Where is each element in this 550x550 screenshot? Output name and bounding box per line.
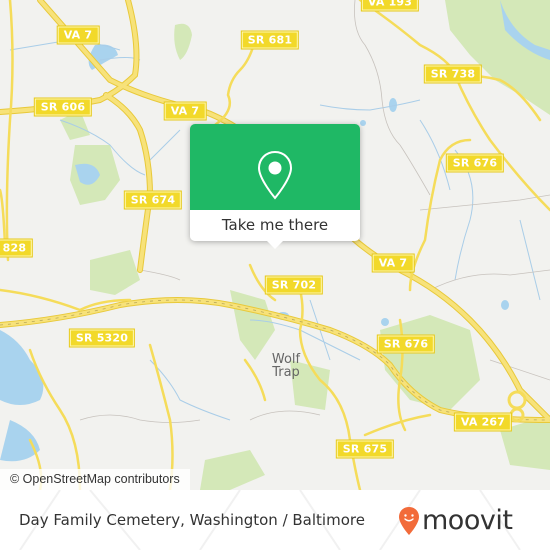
- place-label-wolf-trap: Wolf Trap: [271, 352, 301, 380]
- road-label-va7: VA 7: [164, 102, 206, 120]
- take-me-there-button[interactable]: Take me there: [190, 210, 360, 241]
- moovit-logo[interactable]: moovit: [398, 504, 513, 538]
- moovit-pin-icon: [399, 507, 419, 535]
- road-label-sr675: SR 675: [336, 440, 394, 458]
- road-label-va267: VA 267: [454, 413, 512, 431]
- road-label-sr676: SR 676: [446, 154, 504, 172]
- map-attribution[interactable]: © OpenStreetMap contributors: [0, 469, 190, 490]
- location-title: Day Family Cemetery, Washington / Baltim…: [19, 511, 365, 529]
- road-label-sr606: SR 606: [34, 98, 92, 116]
- directions-popup[interactable]: Take me there: [190, 124, 360, 249]
- road-label-va193: VA 193: [361, 0, 419, 11]
- road-label-sr676: SR 676: [377, 335, 435, 353]
- map-pin-icon: [257, 150, 293, 200]
- road-label-va7: VA 7: [57, 26, 99, 44]
- road-label-sr674: SR 674: [124, 191, 182, 209]
- road-label-sr5320: SR 5320: [69, 329, 135, 347]
- road-label-sr738: SR 738: [424, 65, 482, 83]
- popup-pointer: [267, 241, 283, 249]
- moovit-wordmark: moovit: [422, 505, 513, 536]
- popup-header[interactable]: [190, 124, 360, 210]
- road-label-sr828: SR 828: [0, 239, 33, 257]
- footer: Day Family Cemetery, Washington / Baltim…: [0, 490, 550, 550]
- road-label-va7: VA 7: [372, 254, 414, 272]
- road-label-sr702: SR 702: [265, 276, 323, 294]
- road-label-sr681: SR 681: [241, 31, 299, 49]
